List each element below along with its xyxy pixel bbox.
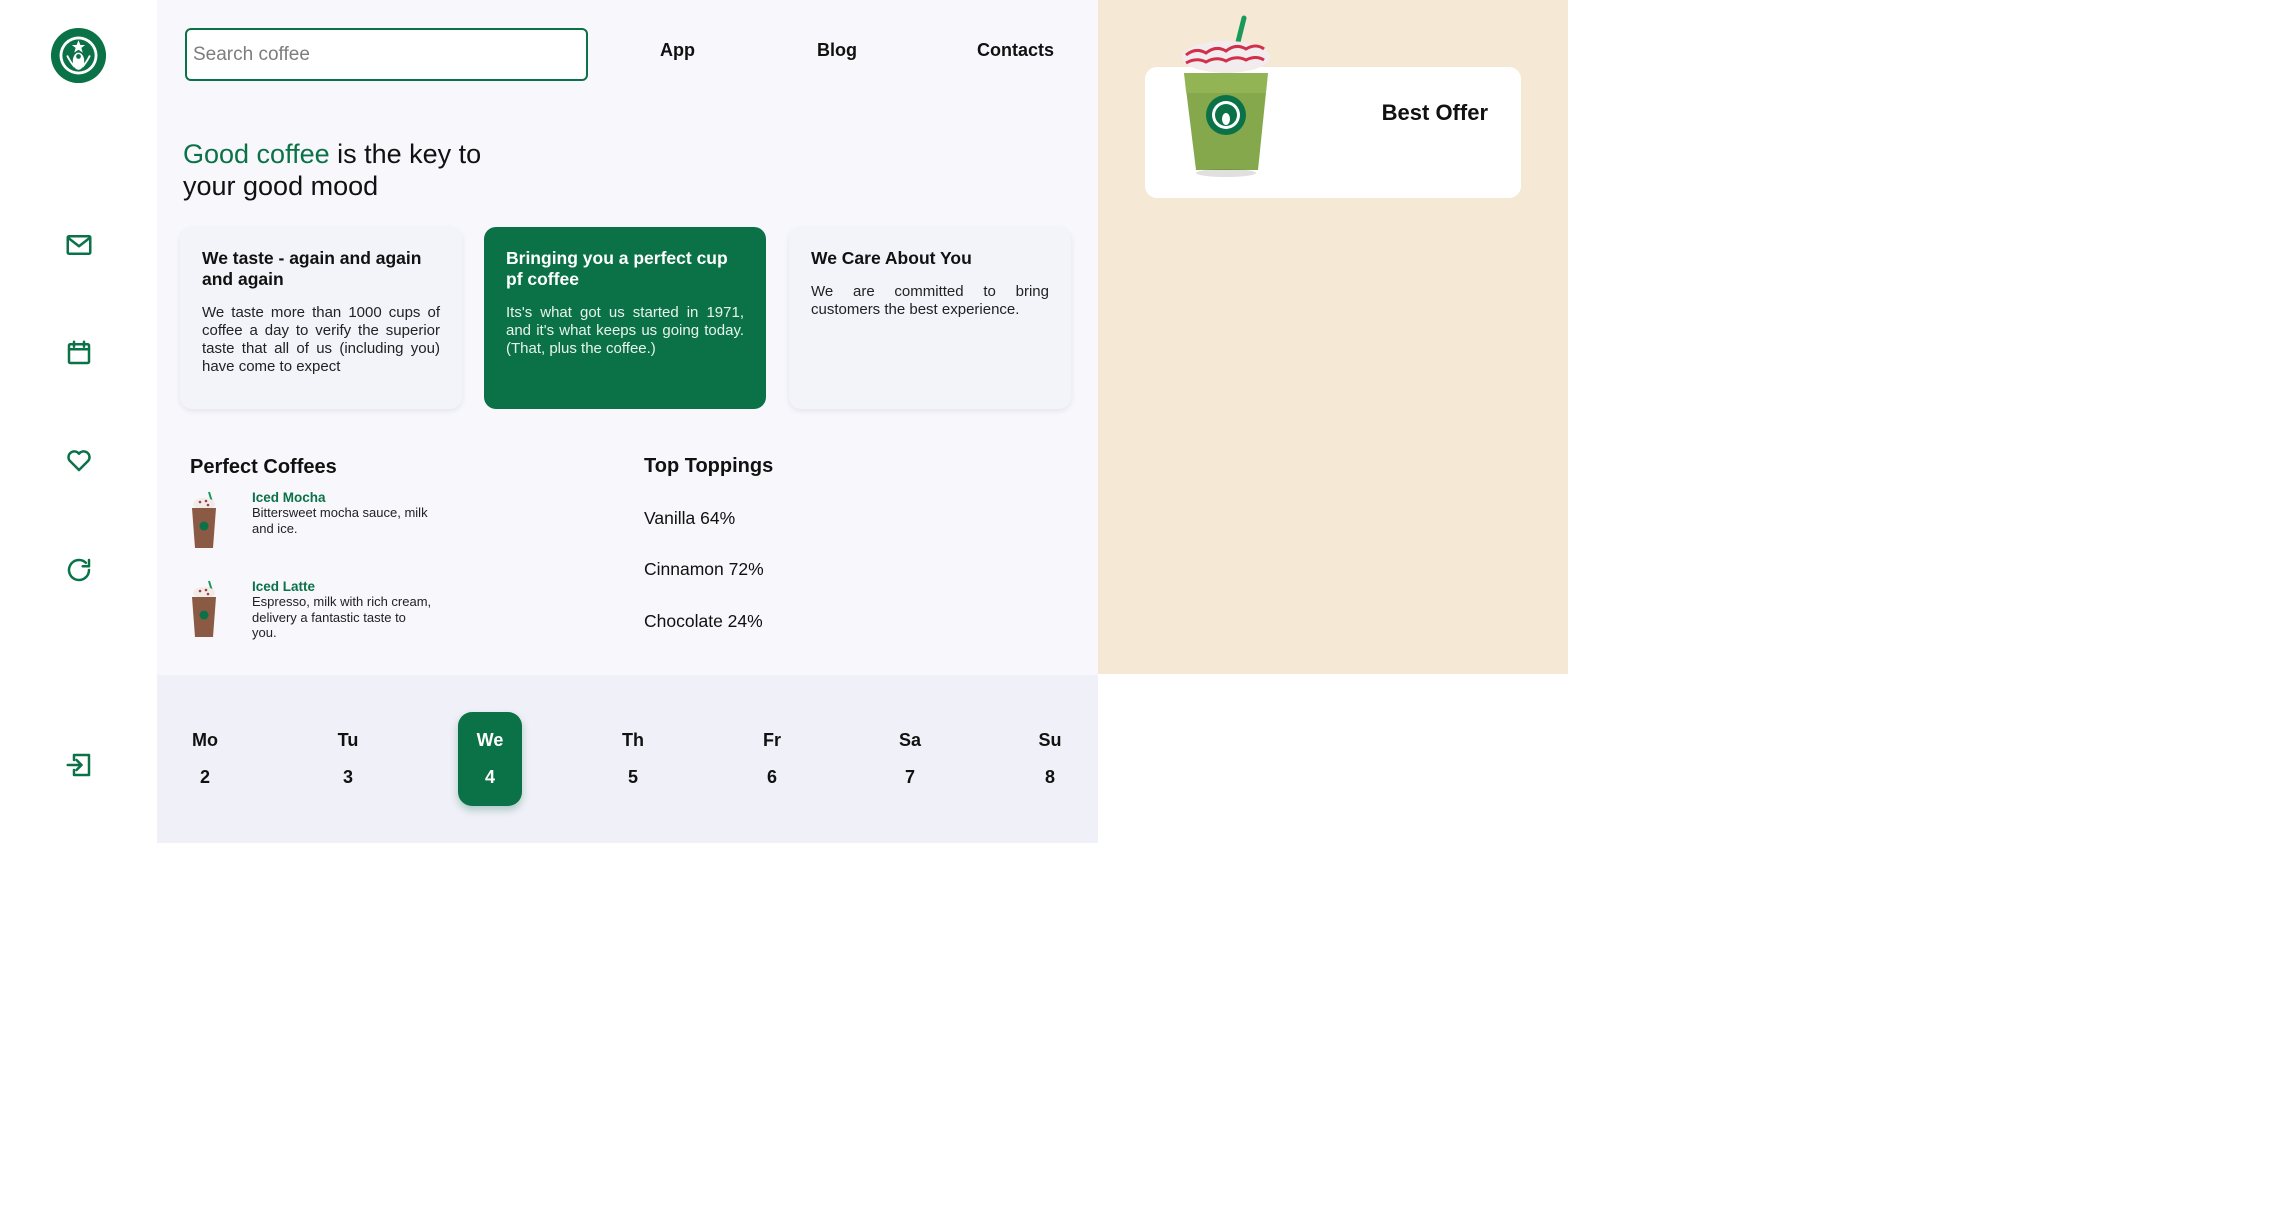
coffee-name: Iced Latte	[252, 579, 316, 594]
refresh-icon[interactable]	[62, 553, 96, 587]
right-panel: Best Offer	[1098, 0, 1568, 674]
card-title: We taste - again and again and again	[202, 248, 422, 289]
day-number: 8	[1044, 767, 1055, 787]
topping-item: Chocolate 24%	[644, 611, 763, 631]
heart-icon[interactable]	[62, 443, 96, 477]
topping-item: Cinnamon 72%	[644, 559, 764, 579]
calendar-icon[interactable]	[62, 336, 96, 370]
nav-blog-link[interactable]: Blog	[817, 40, 857, 61]
sidebar	[0, 0, 157, 843]
main-content: App Blog Contacts Good coffee is the key…	[157, 0, 1098, 843]
headline-rest: is the key to	[329, 139, 482, 169]
week-calendar: Mo 2 Tu 3 We 4 Th 5 Fr 6 Sa 7 Su 8	[157, 675, 1098, 843]
day-name: Fr	[763, 730, 781, 750]
coffee-item-iced-mocha[interactable]: Iced Mocha Bittersweet mocha sauce, milk…	[187, 490, 467, 560]
headline-line2: your good mood	[183, 171, 379, 201]
day-number: 2	[199, 767, 210, 787]
day-name: Mo	[192, 730, 218, 750]
day-thursday[interactable]: Th 5	[601, 712, 665, 806]
day-number: 5	[627, 767, 638, 787]
feature-card-perfect-cup[interactable]: Bringing you a perfect cup pf coffee Its…	[484, 227, 766, 409]
card-text: Its's what got us started in 1971, and i…	[506, 304, 744, 357]
day-friday[interactable]: Fr 6	[740, 712, 804, 806]
day-sunday[interactable]: Su 8	[1018, 712, 1082, 806]
card-title: Bringing you a perfect cup pf coffee	[506, 248, 728, 289]
coffee-name: Iced Mocha	[252, 490, 326, 505]
day-name: We	[476, 730, 504, 750]
day-saturday[interactable]: Sa 7	[878, 712, 942, 806]
nav-app-link[interactable]: App	[660, 40, 695, 61]
day-tuesday[interactable]: Tu 3	[316, 712, 380, 806]
top-toppings-title: Top Toppings	[644, 455, 774, 477]
logout-icon[interactable]	[62, 748, 96, 782]
day-name: Su	[1038, 730, 1062, 750]
day-name: Th	[622, 730, 644, 750]
nav-contacts-link[interactable]: Contacts	[977, 40, 1054, 61]
topping-item: Vanilla 64%	[644, 508, 736, 528]
iced-latte-image	[192, 580, 216, 637]
card-text: We taste more than 1000 cups of coffee a…	[202, 304, 440, 375]
card-title: We Care About You	[811, 248, 972, 268]
day-name: Sa	[898, 730, 922, 750]
feature-card-taste[interactable]: We taste - again and again and again We …	[180, 227, 462, 409]
coffee-item-iced-latte[interactable]: Iced Latte Espresso, milk with rich crea…	[187, 579, 467, 649]
day-number: 4	[484, 767, 495, 787]
day-name: Tu	[337, 730, 359, 750]
day-wednesday[interactable]: We 4	[458, 712, 522, 806]
best-offer-title: Best Offer	[1381, 100, 1488, 125]
coffee-desc: Espresso, milk with rich cream, delivery…	[252, 594, 432, 640]
perfect-coffees-title: Perfect Coffees	[190, 456, 337, 478]
feature-card-care[interactable]: We Care About You We are committed to br…	[789, 227, 1071, 409]
iced-mocha-image	[192, 491, 216, 548]
matcha-drink-image	[1182, 15, 1270, 177]
day-number: 6	[766, 767, 777, 787]
headline-accent: Good coffee	[183, 139, 330, 169]
day-monday[interactable]: Mo 2	[173, 712, 237, 806]
card-text: We are committed to bring customers the …	[811, 283, 1049, 318]
page-headline: Good coffee is the key to your good mood	[183, 138, 481, 202]
day-number: 3	[342, 767, 353, 787]
starbucks-logo[interactable]	[50, 27, 107, 84]
coffee-desc: Bittersweet mocha sauce, milk and ice.	[252, 505, 428, 536]
mail-icon[interactable]	[62, 228, 96, 262]
search-input[interactable]	[185, 28, 588, 81]
day-number: 7	[904, 767, 915, 787]
